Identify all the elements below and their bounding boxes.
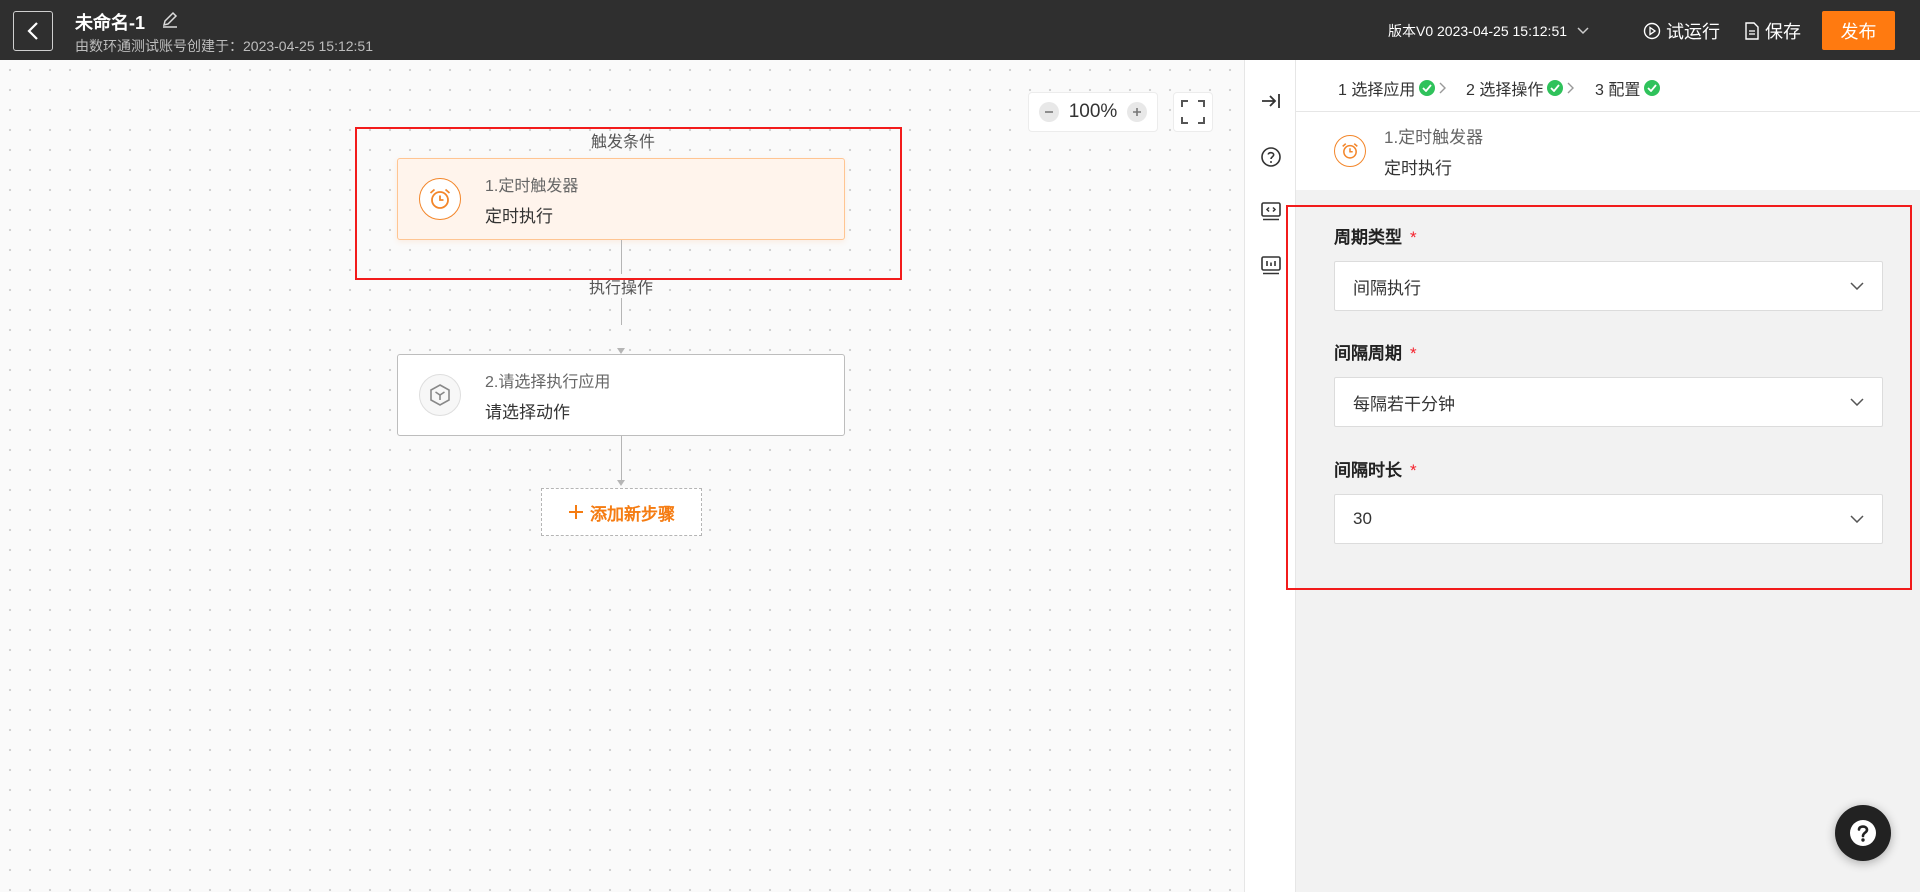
action-node[interactable]: 2.请选择执行应用 请选择动作 (397, 354, 845, 436)
zoom-out-button[interactable] (1039, 102, 1059, 122)
interval-duration-select[interactable]: 30 (1334, 494, 1883, 544)
zoom-level: 100% (1068, 101, 1118, 122)
test-run-label: 试运行 (1666, 22, 1720, 42)
chevron-right-icon (1439, 82, 1447, 94)
check-circle-icon (1547, 80, 1564, 96)
alarm-clock-icon (419, 178, 461, 220)
summary-title: 1.定时触发器 (1384, 128, 1484, 147)
edit-icon[interactable] (160, 10, 180, 30)
field-label-period-type: 周期类型 * (1334, 223, 1417, 248)
required-mark: * (1410, 228, 1417, 247)
select-value: 每隔若干分钟 (1353, 394, 1455, 414)
action-node-desc: 请选择动作 (485, 402, 570, 422)
step-tab-select-app[interactable]: 1 选择应用 (1338, 76, 1447, 100)
config-panel: 1 选择应用 2 选择操作 3 配置 1.定时触发器 定时执行 周期类型 * 间隔… (1286, 60, 1920, 892)
flow-canvas[interactable]: 100% 触发条件 1.定时触发器 定时执行 执行操作 2.请选择执行应用 请选… (0, 60, 1244, 892)
created-info: 由数环通测试账号创建于：2023-04-25 15:12:51 (75, 38, 373, 54)
check-circle-icon (1644, 80, 1661, 96)
document-icon (1745, 22, 1759, 40)
connector-line (621, 436, 622, 482)
question-circle-icon (1850, 820, 1876, 846)
step-tab-config[interactable]: 3 配置 (1595, 76, 1661, 114)
fullscreen-icon (1181, 100, 1205, 124)
summary-desc: 定时执行 (1384, 159, 1452, 178)
required-mark: * (1410, 461, 1417, 480)
field-label-text: 间隔周期 (1334, 344, 1402, 363)
zoom-control: 100% (1028, 92, 1158, 132)
chevron-down-icon (1850, 398, 1864, 406)
back-button[interactable] (13, 11, 53, 51)
chevron-down-icon (1577, 27, 1589, 35)
field-label-text: 周期类型 (1334, 228, 1402, 247)
period-type-select[interactable]: 间隔执行 (1334, 261, 1883, 311)
trigger-node-desc: 定时执行 (485, 206, 553, 226)
chevron-down-icon (1850, 282, 1864, 290)
chevron-left-icon (27, 22, 38, 40)
add-step-button[interactable]: 添加新步骤 (541, 488, 702, 536)
action-section-label: 执行操作 (587, 274, 656, 298)
interval-period-select[interactable]: 每隔若干分钟 (1334, 377, 1883, 427)
question-circle-icon (1261, 147, 1281, 167)
step-tab-select-action[interactable]: 2 选择操作 (1466, 76, 1575, 100)
chevron-down-icon (1850, 515, 1864, 523)
side-toolbar (1244, 60, 1296, 892)
chevron-right-icon (1567, 82, 1575, 94)
bar-chart-icon (1261, 256, 1281, 275)
trigger-node[interactable]: 1.定时触发器 定时执行 (397, 158, 845, 240)
minus-icon (1045, 111, 1053, 113)
publish-button[interactable]: 发布 (1822, 11, 1895, 50)
field-label-text: 间隔时长 (1334, 461, 1402, 480)
steps-bar: 1 选择应用 2 选择操作 3 配置 (1296, 60, 1920, 114)
add-step-label: 添加新步骤 (590, 504, 675, 524)
step-tab-label: 1 选择应用 (1338, 82, 1416, 99)
step-tab-label: 2 选择操作 (1466, 82, 1544, 99)
action-node-title: 2.请选择执行应用 (485, 373, 611, 391)
select-value: 30 (1353, 509, 1372, 528)
floating-help-button[interactable] (1835, 805, 1891, 861)
collapse-right-icon (1262, 94, 1280, 108)
flow-title: 未命名-1 (75, 13, 146, 33)
required-mark: * (1410, 344, 1417, 363)
fullscreen-button[interactable] (1173, 92, 1213, 132)
plus-icon (1132, 108, 1141, 116)
step-tab-label: 3 配置 (1595, 82, 1641, 99)
save-button[interactable]: 保存 (1744, 18, 1801, 44)
logs-button[interactable] (1258, 252, 1284, 278)
code-icon (1261, 202, 1281, 221)
trigger-node-title: 1.定时触发器 (485, 177, 579, 195)
select-value: 间隔执行 (1353, 278, 1421, 298)
test-run-button[interactable]: 试运行 (1643, 18, 1720, 44)
plus-icon (569, 505, 583, 519)
help-button[interactable] (1258, 144, 1284, 170)
alarm-clock-icon (1334, 135, 1366, 167)
trigger-summary: 1.定时触发器 定时执行 (1296, 112, 1920, 190)
field-label-interval-duration: 间隔时长 * (1334, 456, 1417, 481)
version-selector[interactable]: 版本V0 2023-04-25 15:12:51 (1388, 21, 1589, 41)
code-view-button[interactable] (1258, 198, 1284, 224)
save-label: 保存 (1765, 22, 1801, 42)
field-label-interval-period: 间隔周期 * (1334, 339, 1417, 364)
version-label: 版本V0 2023-04-25 15:12:51 (1388, 23, 1568, 39)
collapse-panel-button[interactable] (1258, 88, 1284, 114)
trigger-section-label: 触发条件 (591, 134, 656, 151)
zoom-in-button[interactable] (1126, 102, 1147, 122)
check-circle-icon (1419, 80, 1436, 96)
app-cube-icon (419, 374, 461, 416)
top-header: 未命名-1 由数环通测试账号创建于：2023-04-25 15:12:51 版本… (0, 0, 1920, 60)
connector-arrow (617, 480, 625, 486)
play-circle-icon (1643, 22, 1661, 40)
